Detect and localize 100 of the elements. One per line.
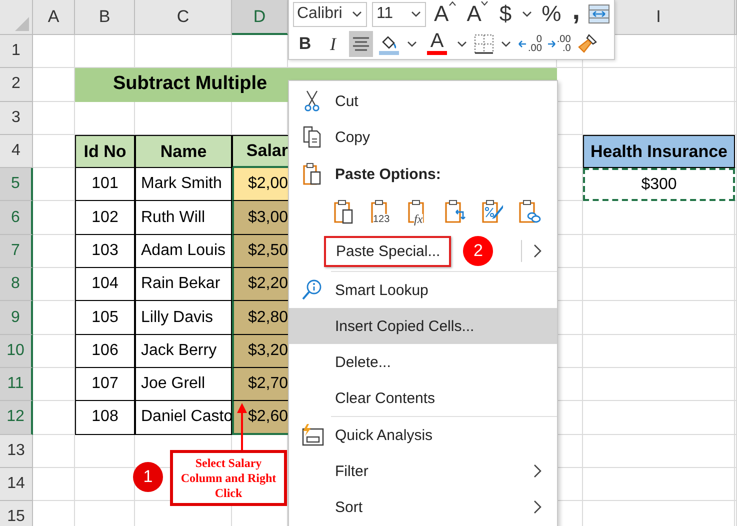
column-header[interactable]: B: [75, 0, 135, 35]
borders-icon[interactable]: [474, 34, 494, 54]
column-heading: Salar: [232, 134, 288, 168]
menu-item[interactable]: Paste Special...: [324, 236, 452, 266]
copy-icon: [302, 126, 322, 148]
table-cell: 105: [75, 301, 135, 335]
table-cell: 107: [75, 368, 135, 402]
row-header[interactable]: 11: [0, 368, 33, 402]
chevron-right-icon[interactable]: [532, 500, 542, 514]
menu-item[interactable]: Sort: [289, 489, 557, 525]
table-cell: 102: [75, 201, 135, 235]
table-cell: $2,80: [232, 301, 288, 335]
grid-cell: [33, 35, 75, 68]
chevron-right-icon[interactable]: [532, 464, 542, 478]
step-badge: 2: [463, 236, 494, 266]
grid-cell: [33, 334, 75, 368]
table-cell: 104: [75, 268, 135, 302]
currency-button[interactable]: $: [496, 1, 515, 27]
column-header[interactable]: D: [232, 0, 288, 35]
table-cell: 103: [75, 234, 135, 268]
paste-transpose-icon[interactable]: [444, 199, 468, 225]
table-cell: $2,70: [232, 368, 288, 402]
row-header[interactable]: 15: [0, 501, 33, 526]
column-heading: Id No: [75, 134, 135, 168]
percent-button[interactable]: %: [538, 1, 564, 27]
table-cell: $300: [583, 168, 735, 202]
color-bar-icon: [427, 51, 447, 55]
comma-style-button[interactable]: ,: [569, 1, 583, 27]
italic-button[interactable]: I: [322, 31, 344, 57]
table-cell: $3,00: [232, 201, 288, 235]
row-header[interactable]: 3: [0, 102, 33, 135]
menu-item[interactable]: Filter: [289, 453, 557, 489]
table-cell: $2,20: [232, 268, 288, 302]
dropdown-caret-icon: [352, 10, 362, 18]
grid-cell: [33, 268, 75, 302]
table-cell: $2,60: [232, 401, 288, 435]
grid-cell: [75, 434, 135, 468]
font-size-field[interactable]: 11: [372, 2, 426, 26]
row-header[interactable]: 12: [0, 401, 33, 435]
row-header[interactable]: 14: [0, 468, 33, 502]
arrow-icon: [236, 403, 248, 450]
column-heading: Health Insurance: [583, 134, 735, 168]
menu-item[interactable]: Quick Analysis: [289, 417, 557, 453]
row-header[interactable]: 2: [0, 68, 33, 102]
font-color-button[interactable]: A: [424, 31, 450, 57]
paste-formatting-icon[interactable]: [481, 199, 505, 225]
row-header[interactable]: 5: [0, 168, 33, 202]
grid-cell: [33, 468, 75, 502]
row-header[interactable]: 10: [0, 334, 33, 368]
menu-item[interactable]: Insert Copied Cells...: [289, 308, 557, 344]
magnifier-icon: [301, 279, 323, 301]
decrease-font-button[interactable]: A: [464, 1, 492, 27]
menu-item[interactable]: Delete...: [289, 344, 557, 380]
arrow-right-icon: [546, 40, 556, 48]
grid-cell: [33, 401, 75, 435]
align-center-icon: [352, 36, 370, 52]
column-heading: Name: [135, 134, 232, 168]
callout-box: Select Salary Column and Right Click: [170, 450, 287, 506]
chevron-right-icon[interactable]: [532, 244, 542, 258]
menu-heading: Paste Options:: [335, 166, 441, 182]
table-cell: $2,50: [232, 234, 288, 268]
grid-cell: [33, 201, 75, 235]
table-cell: 108: [75, 401, 135, 435]
column-header[interactable]: A: [33, 0, 75, 35]
grid-cell: [33, 368, 75, 402]
wrap-text-icon[interactable]: [588, 4, 610, 24]
row-header[interactable]: 13: [0, 434, 33, 468]
menu-item[interactable]: Copy: [289, 119, 557, 155]
menu-item[interactable]: Smart Lookup: [289, 272, 557, 308]
table-cell: 106: [75, 334, 135, 368]
step-badge: 1: [133, 462, 163, 492]
arrow-left-icon: [518, 40, 527, 48]
font-name-field[interactable]: Calibri: [293, 2, 368, 26]
increase-font-button[interactable]: A: [431, 1, 459, 27]
paintbrush-icon[interactable]: [576, 33, 598, 55]
table-cell: 101: [75, 168, 135, 202]
dropdown-caret-icon: [411, 10, 422, 18]
table-cell: $3,20: [232, 334, 288, 368]
caret-down-icon: [481, 1, 488, 6]
caret-up-icon: [448, 1, 456, 6]
row-header[interactable]: 9: [0, 301, 33, 335]
scissors-icon: [304, 90, 320, 112]
grid-cell: [33, 234, 75, 268]
decrease-decimal-button[interactable]: .00 .0: [546, 31, 571, 57]
grid-cell: [33, 301, 75, 335]
grid-cell: [33, 168, 75, 202]
column-header[interactable]: C: [135, 0, 232, 35]
row-header[interactable]: 6: [0, 201, 33, 235]
row-header[interactable]: 4: [0, 134, 33, 168]
clipboard-icon: [302, 162, 322, 186]
align-center-button[interactable]: [349, 31, 373, 57]
row-header[interactable]: 7: [0, 234, 33, 268]
paste-link-icon[interactable]: [518, 199, 542, 225]
increase-decimal-button[interactable]: 0 .00: [518, 31, 542, 57]
grid-cell: [33, 434, 75, 468]
row-header[interactable]: 1: [0, 35, 33, 68]
quick-analysis-icon: [300, 423, 324, 447]
bold-button[interactable]: B: [293, 31, 317, 57]
row-header[interactable]: 8: [0, 268, 33, 302]
menu-item[interactable]: Clear Contents: [289, 380, 557, 416]
